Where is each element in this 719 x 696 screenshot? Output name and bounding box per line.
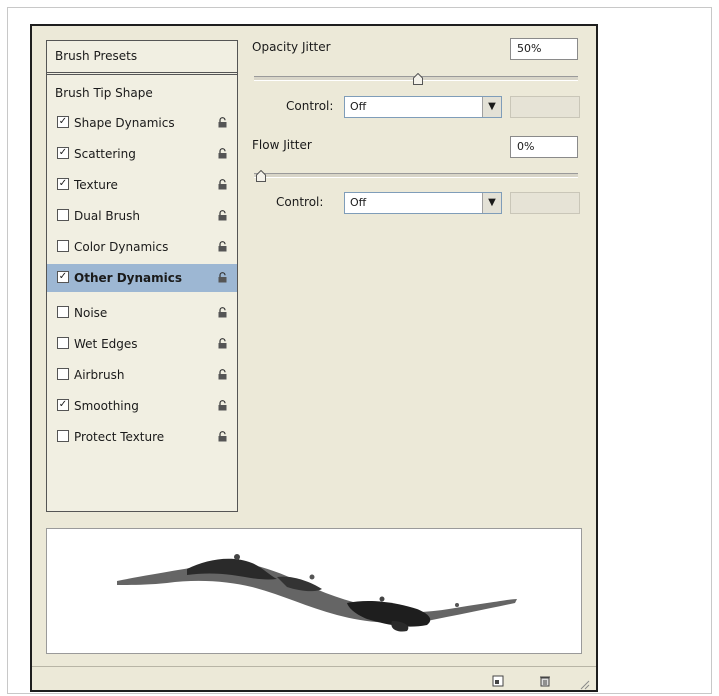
list-item-label: Noise xyxy=(74,306,108,320)
list-item-scattering[interactable]: ✓ Scattering xyxy=(47,140,237,168)
list-item-label: Shape Dynamics xyxy=(74,116,175,130)
list-item-other-dynamics[interactable]: ✓ Other Dynamics xyxy=(47,264,237,292)
list-item-dual-brush[interactable]: Dual Brush xyxy=(47,202,237,230)
panel-bottom-bar xyxy=(32,666,596,691)
lock-icon[interactable] xyxy=(217,148,228,159)
opacity-control-select[interactable]: Off ▼ xyxy=(344,96,502,118)
flow-jitter-slider-thumb[interactable] xyxy=(256,167,266,182)
flow-jitter-slider-track[interactable] xyxy=(254,173,578,178)
select-value: Off xyxy=(350,100,367,113)
lock-icon[interactable] xyxy=(217,241,228,252)
brush-stroke-preview xyxy=(46,528,582,654)
list-item-label: Smoothing xyxy=(74,399,139,413)
list-item-texture[interactable]: ✓ Texture xyxy=(47,171,237,199)
lock-icon[interactable] xyxy=(217,431,228,442)
checkbox[interactable]: ✓ xyxy=(57,116,69,128)
trash-icon[interactable] xyxy=(539,672,551,687)
checkbox[interactable] xyxy=(57,430,69,442)
lock-icon[interactable] xyxy=(217,307,228,318)
list-item-color-dynamics[interactable]: Color Dynamics xyxy=(47,233,237,261)
brush-tip-shape-item[interactable]: Brush Tip Shape xyxy=(47,81,237,105)
list-item-label: Color Dynamics xyxy=(74,240,169,254)
list-item-noise[interactable]: Noise xyxy=(47,299,237,327)
flow-jitter-label: Flow Jitter xyxy=(252,138,312,152)
lock-icon[interactable] xyxy=(217,117,228,128)
opacity-jitter-input[interactable]: 50% xyxy=(510,38,578,60)
opacity-control-label: Control: xyxy=(286,99,334,113)
brushes-panel: Brush Presets Brush Tip Shape ✓ Shape Dy… xyxy=(30,24,598,692)
lock-icon[interactable] xyxy=(217,400,228,411)
list-item-label: Scattering xyxy=(74,147,136,161)
select-value: Off xyxy=(350,196,367,209)
lock-icon[interactable] xyxy=(217,272,228,283)
lock-icon[interactable] xyxy=(217,179,228,190)
list-item-label: Other Dynamics xyxy=(74,271,183,285)
checkbox[interactable] xyxy=(57,209,69,221)
resize-grip-icon[interactable] xyxy=(578,675,590,690)
lock-icon[interactable] xyxy=(217,369,228,380)
list-item-label: Wet Edges xyxy=(74,337,138,351)
checkbox[interactable]: ✓ xyxy=(57,178,69,190)
checkbox[interactable] xyxy=(57,240,69,252)
lock-icon[interactable] xyxy=(217,210,228,221)
checkbox[interactable] xyxy=(57,337,69,349)
brush-settings-list: Brush Presets Brush Tip Shape ✓ Shape Dy… xyxy=(46,40,238,512)
flow-control-select[interactable]: Off ▼ xyxy=(344,192,502,214)
flow-jitter-input[interactable]: 0% xyxy=(510,136,578,158)
list-item-smoothing[interactable]: ✓ Smoothing xyxy=(47,392,237,420)
checkbox[interactable]: ✓ xyxy=(57,147,69,159)
list-item-wet-edges[interactable]: Wet Edges xyxy=(47,330,237,358)
list-item-airbrush[interactable]: Airbrush xyxy=(47,361,237,389)
list-item-label: Texture xyxy=(74,178,118,192)
checkbox[interactable] xyxy=(57,306,69,318)
opacity-jitter-label: Opacity Jitter xyxy=(252,40,331,54)
opacity-minimum-field xyxy=(510,96,580,118)
lock-icon[interactable] xyxy=(217,338,228,349)
flow-minimum-field xyxy=(510,192,580,214)
list-item-label: Dual Brush xyxy=(74,209,140,223)
chevron-down-icon[interactable]: ▼ xyxy=(482,193,501,213)
checkbox[interactable]: ✓ xyxy=(57,399,69,411)
list-item-label: Airbrush xyxy=(74,368,125,382)
flow-control-label: Control: xyxy=(276,195,324,209)
list-item-shape-dynamics[interactable]: ✓ Shape Dynamics xyxy=(47,109,237,137)
brush-presets-item[interactable]: Brush Presets xyxy=(47,41,237,75)
new-preset-icon[interactable] xyxy=(492,672,504,687)
checkbox[interactable] xyxy=(57,368,69,380)
opacity-jitter-slider-thumb[interactable] xyxy=(413,70,423,85)
list-item-protect-texture[interactable]: Protect Texture xyxy=(47,423,237,451)
list-item-label: Protect Texture xyxy=(74,430,165,444)
chevron-down-icon[interactable]: ▼ xyxy=(482,97,501,117)
checkbox[interactable]: ✓ xyxy=(57,271,69,283)
brush-stroke-image xyxy=(117,554,517,632)
